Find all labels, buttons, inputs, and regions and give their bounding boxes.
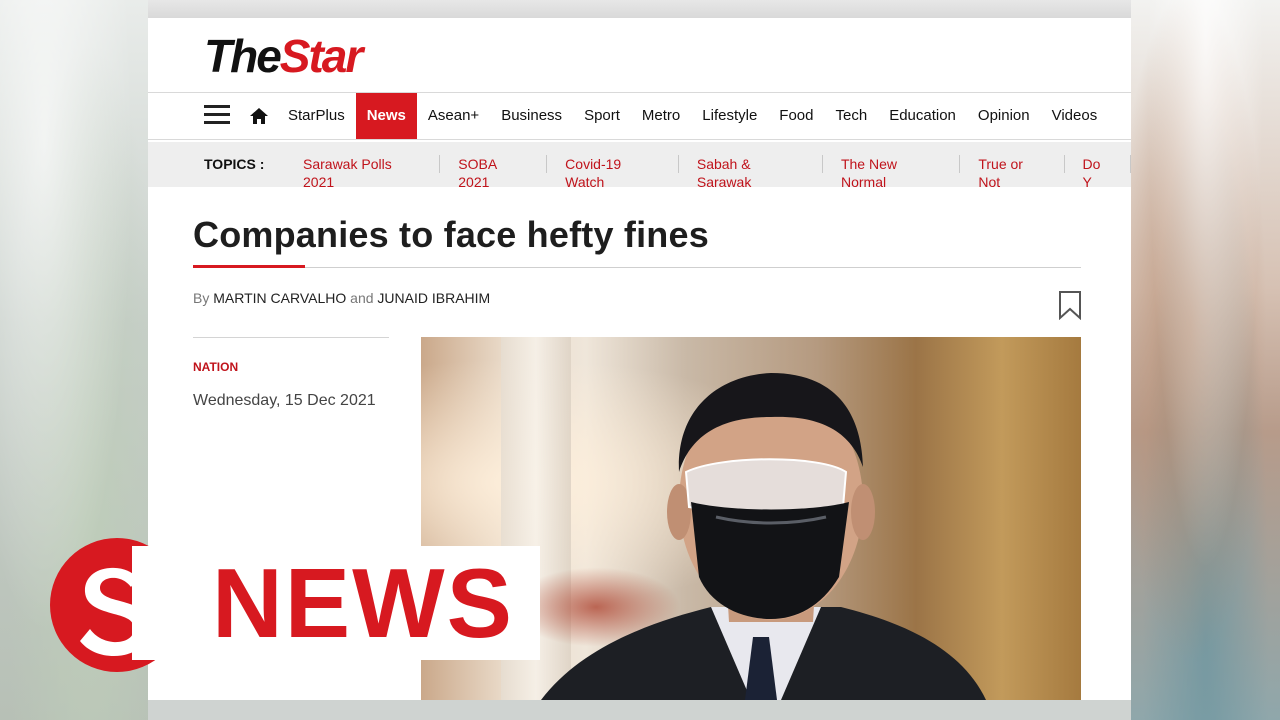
topic-link[interactable]: Covid-19 Watch: [547, 155, 679, 190]
topic-link[interactable]: SOBA 2021: [440, 155, 548, 190]
logo-the: The: [204, 30, 282, 82]
article-date: Wednesday, 15 Dec 2021: [193, 392, 376, 409]
nav-item-metro[interactable]: Metro: [631, 93, 691, 139]
topic-link[interactable]: The New Normal: [823, 155, 961, 190]
site-logo[interactable]: TheStar: [204, 30, 363, 82]
background-right: [1131, 0, 1280, 720]
nav-item-education[interactable]: Education: [878, 93, 967, 139]
author-link[interactable]: JUNAID IBRAHIM: [377, 290, 490, 306]
topic-link[interactable]: Sarawak Polls 2021: [285, 155, 441, 190]
article-category[interactable]: NATION: [193, 360, 238, 374]
nav-item-food[interactable]: Food: [768, 93, 824, 139]
logo-star: Star: [279, 30, 363, 82]
headline-divider: [193, 267, 1081, 268]
nav-items: StarPlus News Asean+ Business Sport Metr…: [277, 93, 1108, 139]
nav-item-asean[interactable]: Asean+: [417, 93, 490, 139]
nav-item-sport[interactable]: Sport: [573, 93, 631, 139]
news-overlay-label: NEWS: [212, 548, 514, 658]
byline-and: and: [350, 290, 374, 306]
topic-link[interactable]: True or Not: [960, 155, 1065, 190]
nav-item-lifestyle[interactable]: Lifestyle: [691, 93, 768, 139]
topics-bar: TOPICS : Sarawak Polls 2021 SOBA 2021 Co…: [148, 142, 1131, 190]
nav-item-news[interactable]: News: [355, 93, 417, 139]
byline-by: By: [193, 290, 210, 306]
topic-list: Sarawak Polls 2021 SOBA 2021 Covid-19 Wa…: [285, 142, 1131, 190]
nav-item-starplus[interactable]: StarPlus: [277, 93, 356, 139]
topic-link[interactable]: Do Y: [1065, 155, 1131, 190]
sidebar-divider: [193, 337, 389, 338]
author-link[interactable]: MARTIN CARVALHO: [213, 290, 346, 306]
nav-item-tech[interactable]: Tech: [825, 93, 879, 139]
background-bottom: [148, 700, 1131, 720]
byline: By MARTIN CARVALHO and JUNAID IBRAHIM: [193, 290, 490, 306]
main-nav: StarPlus News Asean+ Business Sport Metr…: [148, 92, 1131, 140]
topics-label: TOPICS :: [204, 156, 265, 172]
background-top: [148, 0, 1131, 18]
nav-item-business[interactable]: Business: [490, 93, 573, 139]
nav-item-videos[interactable]: Videos: [1041, 93, 1109, 139]
home-icon[interactable]: [248, 105, 270, 127]
hamburger-menu-icon[interactable]: [204, 105, 230, 125]
headline-accent-bar: [193, 265, 305, 268]
article-headline: Companies to face hefty fines: [193, 214, 709, 255]
bookmark-icon[interactable]: [1058, 290, 1082, 321]
topic-link[interactable]: Sabah & Sarawak: [679, 155, 823, 190]
nav-item-opinion[interactable]: Opinion: [967, 93, 1041, 139]
